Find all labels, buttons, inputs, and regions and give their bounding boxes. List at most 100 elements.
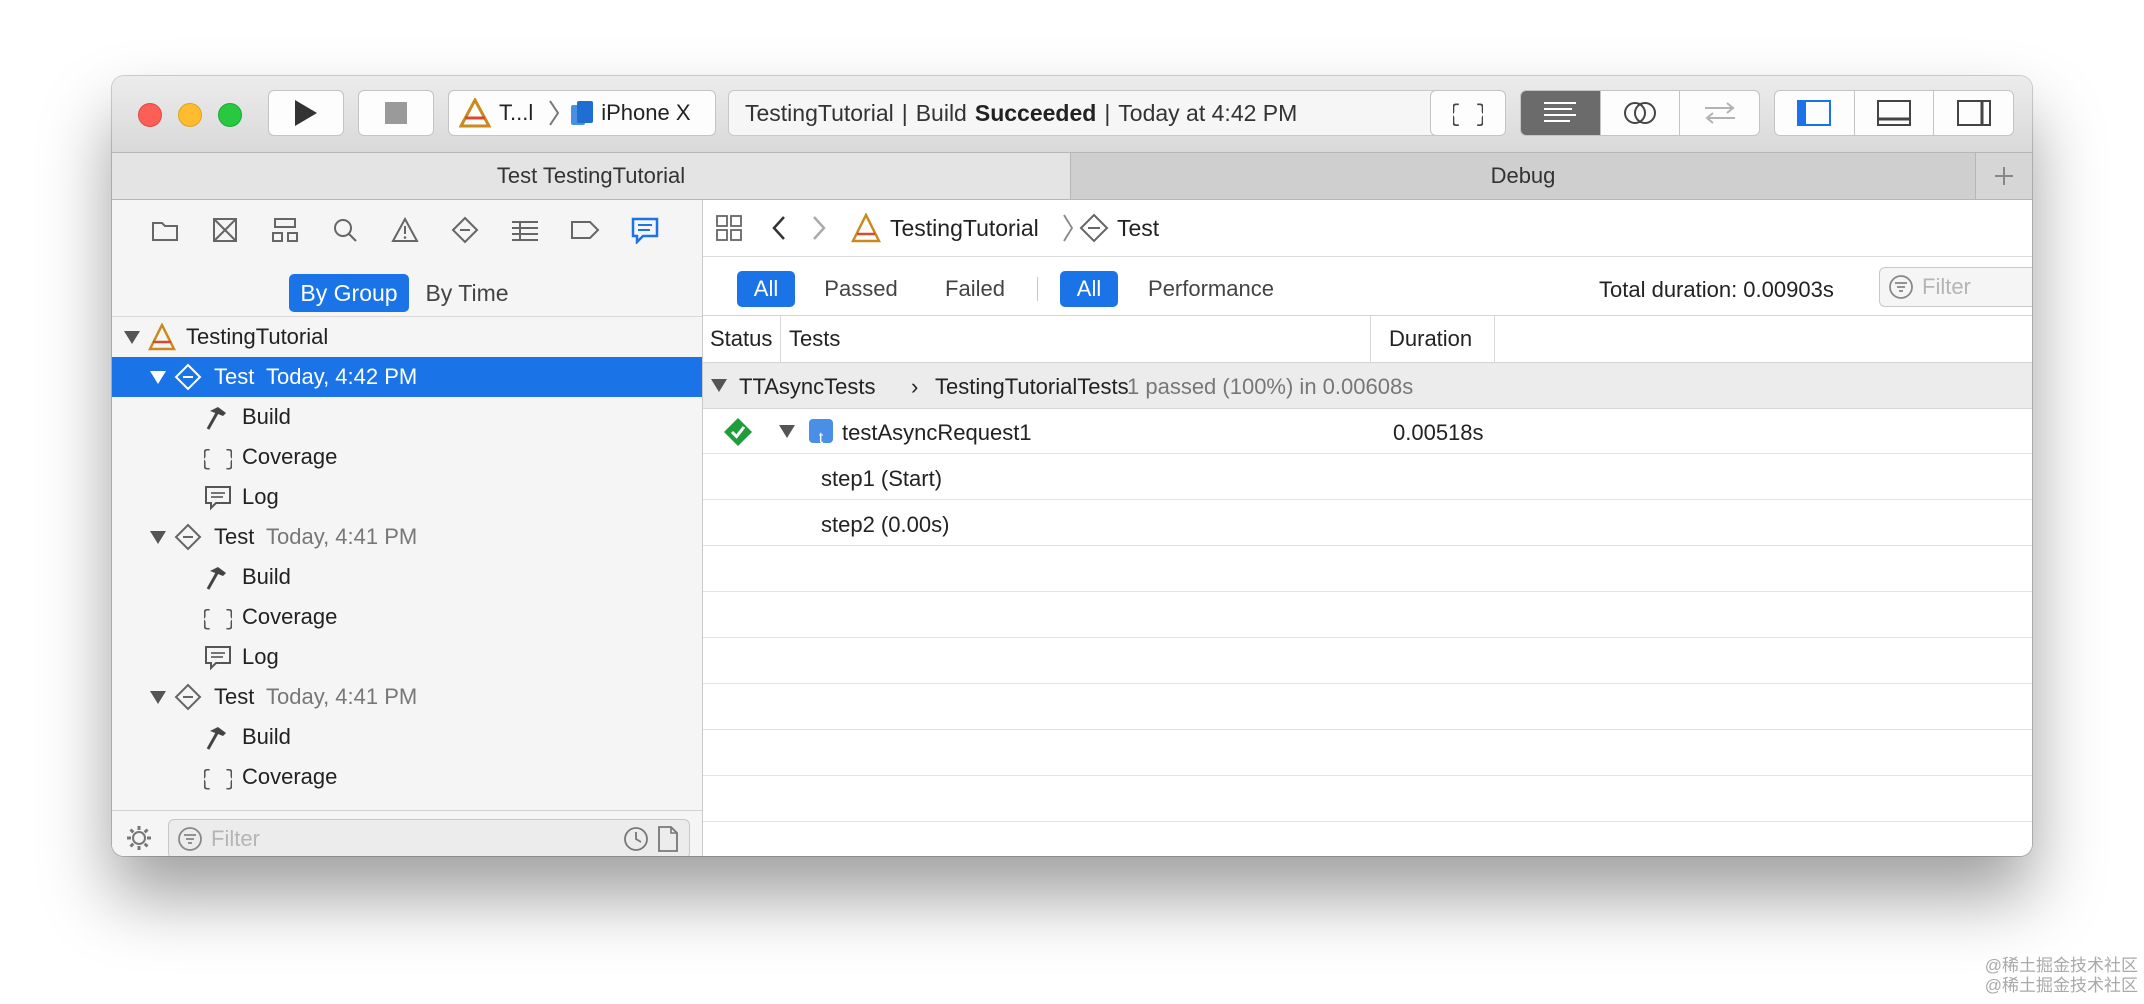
filter-all-types[interactable]: All — [1060, 271, 1118, 307]
test-run-row[interactable]: Test Today, 4:41 PM — [112, 677, 702, 717]
navigator-filter-field[interactable]: Filter — [168, 819, 690, 856]
build-log-row[interactable]: Build — [112, 397, 702, 437]
log-bubble-icon — [204, 483, 232, 511]
build-log-row[interactable]: Build — [112, 557, 702, 597]
toggle-inspector-button[interactable] — [1933, 91, 2013, 135]
test-run-row[interactable]: Test Today, 4:42 PM — [112, 357, 702, 397]
test-run-row[interactable]: Test Today, 4:41 PM — [112, 517, 702, 557]
breakpoint-navigator-tab[interactable] — [570, 215, 600, 245]
activity-step-row[interactable]: step1 (Start) — [703, 455, 2032, 500]
filter-failed[interactable]: Failed — [935, 271, 1015, 307]
hammer-icon — [204, 563, 232, 591]
clock-icon[interactable] — [623, 826, 649, 852]
find-navigator-tab[interactable] — [330, 215, 360, 245]
disclosure-triangle-icon[interactable] — [150, 370, 166, 384]
disclosure-triangle-icon[interactable] — [779, 425, 795, 438]
version-editor-button[interactable] — [1679, 91, 1759, 135]
test-run-time: Today, 4:41 PM — [266, 684, 418, 709]
by-time-button[interactable]: By Time — [417, 274, 517, 312]
by-group-button[interactable]: By Group — [289, 274, 409, 312]
tab-bar: Test TestingTutorial Debug — [112, 153, 2032, 200]
coverage-label: Coverage — [242, 444, 338, 469]
project-row[interactable]: TestingTutorial — [112, 317, 702, 357]
build-log-row[interactable]: Build — [112, 717, 702, 757]
test-diamond-icon — [1079, 213, 1109, 249]
close-window-button[interactable] — [138, 103, 162, 127]
filter-passed[interactable]: Passed — [813, 271, 909, 307]
run-button[interactable] — [268, 90, 344, 136]
chevron-right-icon — [549, 100, 560, 126]
by-time-label: By Time — [425, 279, 509, 306]
filter-icon — [1889, 275, 1913, 299]
coverage-row[interactable]: { } Coverage — [112, 437, 702, 477]
breakpoint-icon — [571, 221, 600, 239]
right-panel-icon — [1956, 100, 1991, 126]
toggle-debug-area-button[interactable] — [1853, 91, 1934, 135]
standard-editor-button[interactable] — [1521, 91, 1600, 135]
column-duration[interactable]: Duration — [1371, 316, 1495, 362]
assistant-editor-button[interactable] — [1599, 91, 1680, 135]
test-navigator-tab[interactable] — [450, 215, 480, 245]
scheme-selector[interactable]: T...l iPhone X — [448, 90, 716, 136]
column-tests[interactable]: Tests — [781, 316, 1371, 362]
column-status[interactable]: Status — [703, 316, 781, 362]
document-icon[interactable] — [657, 826, 679, 852]
step-label: step1 (Start) — [821, 466, 943, 491]
library-button[interactable]: { } — [1430, 90, 1506, 136]
test-class-group-row[interactable]: TTAsyncTests › TestingTutorialTests 1 pa… — [703, 363, 2032, 409]
source-control-navigator-tab[interactable] — [210, 215, 240, 245]
coverage-row[interactable]: { } Coverage — [112, 757, 702, 797]
panel-visibility-segment[interactable] — [1774, 90, 2014, 136]
minimize-window-button[interactable] — [178, 103, 202, 127]
test-filter-field[interactable]: Filter — [1879, 267, 2032, 307]
venn-icon — [1624, 102, 1656, 124]
zoom-window-button[interactable] — [218, 103, 242, 127]
test-diamond-icon — [174, 363, 202, 391]
destination-name: iPhone X — [601, 100, 691, 125]
disclosure-triangle-icon[interactable] — [150, 690, 166, 704]
log-row[interactable]: Log — [112, 477, 702, 517]
log-row[interactable]: Log — [112, 637, 702, 677]
disclosure-triangle-icon[interactable] — [124, 330, 140, 344]
stop-button[interactable] — [358, 90, 434, 136]
breadcrumb-project[interactable]: TestingTutorial — [890, 215, 1039, 242]
filter-performance[interactable]: Performance — [1133, 271, 1289, 307]
new-tab-button[interactable] — [1976, 153, 2032, 199]
related-items-grid-icon[interactable] — [715, 214, 743, 248]
hierarchy-icon — [272, 218, 298, 242]
navigator-pane: By Group By Time TestingTutorial Test To… — [112, 200, 703, 856]
coverage-row[interactable]: { } Coverage — [112, 597, 702, 637]
iphone-device-icon — [571, 101, 594, 125]
braces-icon: { } — [204, 443, 232, 471]
test-run-time: Today, 4:41 PM — [266, 524, 418, 549]
app-project-icon — [850, 212, 882, 249]
activity-step-row[interactable]: step2 (0.00s) — [703, 501, 2032, 546]
report-navigator-tab[interactable] — [630, 215, 660, 245]
app-project-icon — [459, 98, 491, 128]
toggle-navigator-button[interactable] — [1775, 91, 1854, 135]
debug-navigator-tab[interactable] — [510, 215, 540, 245]
issue-navigator-tab[interactable] — [390, 215, 420, 245]
plus-icon — [1995, 167, 2013, 185]
symbol-navigator-tab[interactable] — [270, 215, 300, 245]
step-label: step2 (0.00s) — [821, 512, 950, 537]
disclosure-triangle-icon[interactable] — [711, 379, 727, 392]
column-duration-label: Duration — [1389, 326, 1473, 351]
test-run-label: Test — [214, 364, 255, 389]
test-case-row[interactable]: t testAsyncRequest1 0.00518s — [703, 409, 2032, 454]
filter-all-results[interactable]: All — [737, 271, 795, 307]
test-method-name: testAsyncRequest1 — [842, 420, 1032, 445]
group-time-segment: By Group By Time — [112, 258, 702, 317]
test-run-label: Test — [214, 524, 255, 549]
gear-icon[interactable] — [126, 825, 152, 856]
navigator-footer: Filter — [112, 810, 702, 856]
breadcrumb-test[interactable]: Test — [1117, 215, 1159, 242]
disclosure-triangle-icon[interactable] — [150, 530, 166, 544]
project-navigator-tab[interactable] — [150, 215, 180, 245]
tab-test[interactable]: Test TestingTutorial — [112, 153, 1071, 199]
forward-chevron-icon[interactable] — [811, 214, 827, 248]
back-chevron-icon[interactable] — [771, 214, 787, 248]
source-control-icon — [213, 218, 237, 242]
editor-mode-segment[interactable] — [1520, 90, 1760, 136]
tab-debug[interactable]: Debug — [1071, 153, 1976, 199]
